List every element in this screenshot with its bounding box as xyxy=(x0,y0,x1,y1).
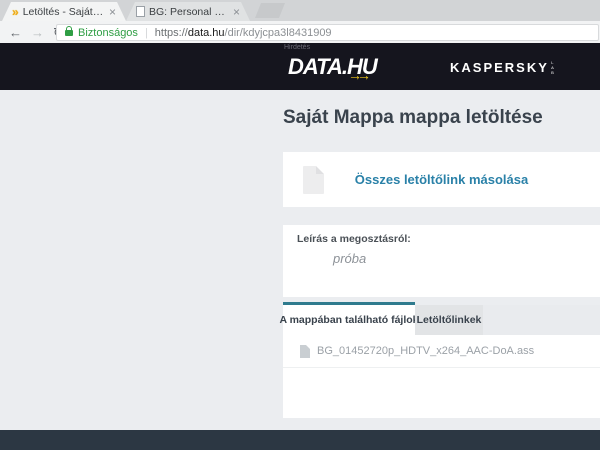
secure-lock-icon xyxy=(65,30,73,36)
description-value: próba xyxy=(333,251,366,266)
url-path: /dir/kdyjcpa3l8431909 xyxy=(225,27,332,39)
browser-tab-strip: » Letöltés - Saját Mappa | × BG: Persona… xyxy=(0,0,600,21)
share-description-card: Leírás a megosztásról: próba xyxy=(283,225,600,297)
security-label: Biztonságos xyxy=(78,27,138,39)
kaspersky-lab-label: LAB xyxy=(550,60,555,75)
browser-tab-bodyguard[interactable]: BG: Personal Bodyguard × xyxy=(126,2,250,21)
file-row[interactable]: BG_01452720p_HDTV_x264_AAC-DoA.ass xyxy=(283,335,600,368)
description-label: Leírás a megosztásról: xyxy=(297,233,411,245)
url-host: data.hu xyxy=(188,27,225,39)
browser-tab-title: BG: Personal Bodyguard xyxy=(149,6,228,18)
browser-window: » Letöltés - Saját Mappa | × BG: Persona… xyxy=(0,0,600,450)
browser-tab-title: Letöltés - Saját Mappa | xyxy=(23,6,104,18)
ad-label: Hirdetés xyxy=(284,44,310,51)
tab-download-links[interactable]: Letöltőlinkek xyxy=(415,305,483,335)
kaspersky-logo: KASPERSKYLAB xyxy=(450,60,555,75)
copy-all-links-button[interactable]: Összes letöltőlink másolása xyxy=(283,152,600,207)
new-tab-button[interactable] xyxy=(255,3,285,18)
datahu-arrows-icon: →→ xyxy=(348,67,366,83)
kaspersky-wordmark: KASPERSKY xyxy=(450,60,549,75)
tab-files-in-folder[interactable]: A mappában található fájlok xyxy=(283,305,415,335)
url-scheme: https:// xyxy=(155,27,188,39)
file-name: BG_01452720p_HDTV_x264_AAC-DoA.ass xyxy=(317,335,534,368)
tab-row-filler xyxy=(483,305,600,335)
ad-banner[interactable]: Hirdetés DATA.HU →→ KASPERSKYLAB xyxy=(0,43,600,90)
page-footer xyxy=(0,430,600,450)
back-icon[interactable]: ← xyxy=(9,26,22,39)
page-title: Saját Mappa mappa letöltése xyxy=(283,107,543,129)
omnibox-separator: | xyxy=(145,27,148,39)
datahu-favicon-icon: » xyxy=(12,6,19,18)
file-list-panel: BG_01452720p_HDTV_x264_AAC-DoA.ass xyxy=(283,335,600,418)
close-icon[interactable]: × xyxy=(233,6,240,18)
blank-page-icon xyxy=(136,6,145,17)
forward-icon[interactable]: → xyxy=(31,26,44,39)
copy-links-card: Összes letöltőlink másolása xyxy=(283,152,600,207)
file-icon xyxy=(300,345,310,358)
address-bar[interactable]: Biztonságos | https://data.hu/dir/kdyjcp… xyxy=(56,24,599,41)
browser-toolbar: ← → ↻ Biztonságos | https://data.hu/dir/… xyxy=(0,21,600,43)
browser-tab-datahu[interactable]: » Letöltés - Saját Mappa | × xyxy=(2,2,126,21)
close-icon[interactable]: × xyxy=(109,6,116,18)
